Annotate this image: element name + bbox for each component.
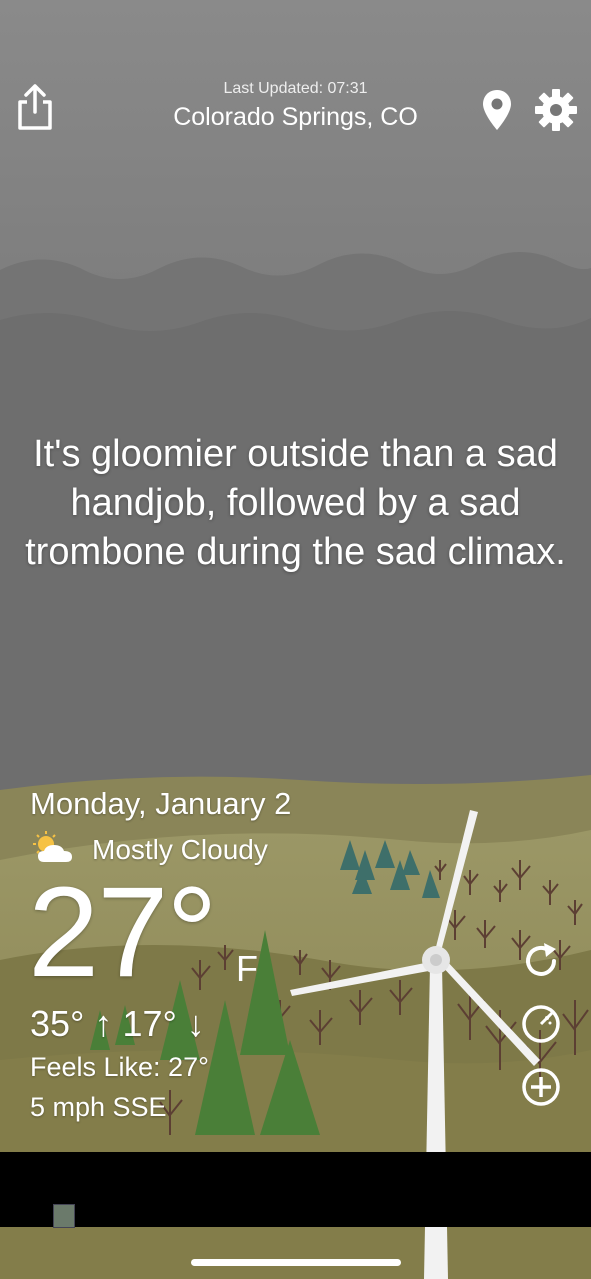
add-location-button[interactable] [520,1066,562,1108]
ad-banner[interactable] [0,1152,591,1227]
refresh-icon [526,943,556,976]
ad-play-icon[interactable] [53,1204,75,1228]
home-indicator[interactable] [191,1259,401,1266]
temperature-unit[interactable]: F [236,948,258,990]
forecast-date: Monday, January 2 [30,786,292,821]
settings-button[interactable] [534,88,578,132]
radar-icon [522,1005,560,1043]
app-header: Last Updated: 07:31 Colorado Springs, CO [0,0,591,150]
current-temperature: 27° [28,861,218,1004]
location-button[interactable] [480,88,514,132]
location-pin-icon [483,90,511,130]
radar-button[interactable] [520,1003,562,1045]
high-low-temperature: 35° ↑ 17° ↓ [30,1003,205,1044]
refresh-button[interactable] [520,940,562,982]
wind-text: 5 mph SSE [30,1092,167,1122]
weather-scene-background [0,0,591,1279]
weather-quote: It's gloomier outside than a sad handjob… [25,433,566,573]
plus-circle-icon [522,1068,560,1106]
feels-like-text: Feels Like: 27° [30,1052,209,1082]
gear-icon [535,89,577,131]
